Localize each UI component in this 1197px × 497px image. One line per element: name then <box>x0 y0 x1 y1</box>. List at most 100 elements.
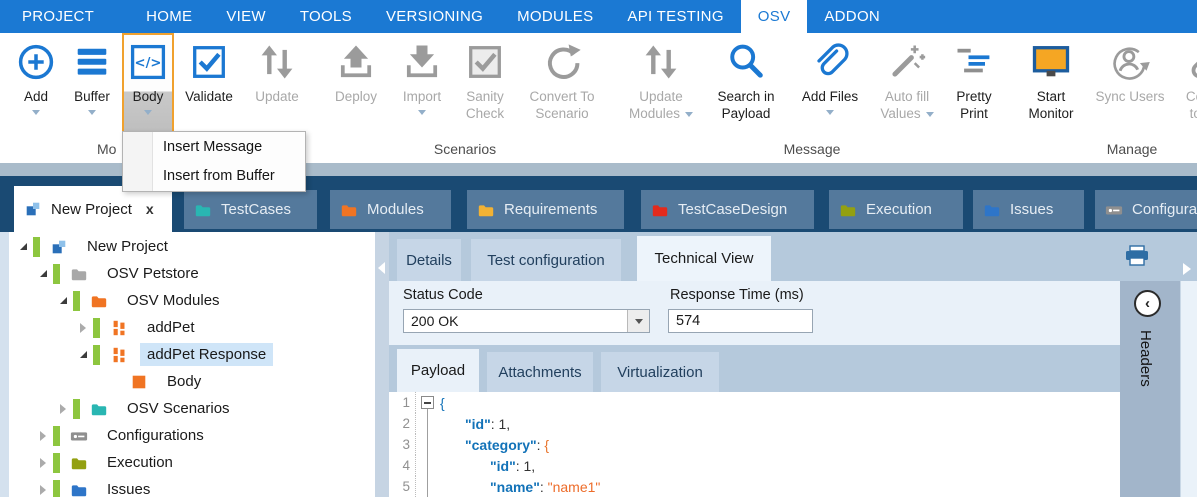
project-tab-testcases[interactable]: TestCases <box>184 190 317 229</box>
line-number: 3 <box>389 434 416 455</box>
ribbon-convert-to-scenario-button[interactable]: Convert ToScenario <box>519 33 605 139</box>
tree-item-green-bar <box>53 453 60 473</box>
print-icon[interactable] <box>1124 245 1150 267</box>
project-tab-configurat[interactable]: Configurat <box>1095 190 1197 229</box>
tree-item-execution[interactable]: Execution <box>9 449 375 476</box>
detail-tab-details[interactable]: Details <box>397 239 461 281</box>
menu-item-view[interactable]: VIEW <box>209 0 283 33</box>
square-icon <box>130 373 148 391</box>
ribbon-search-in-payload-button[interactable]: Search inPayload <box>705 33 787 139</box>
ribbon-body-button[interactable]: </>Body <box>122 33 174 139</box>
ribbon-auto-fill-values-button[interactable]: Auto fillValues <box>873 33 941 139</box>
status-code-select[interactable]: 200 OK <box>403 309 650 333</box>
response-time-input[interactable] <box>668 309 813 333</box>
tree-item-configurations[interactable]: Configurations <box>9 422 375 449</box>
menu-item-modules[interactable]: MODULES <box>500 0 610 33</box>
ribbon-add-button[interactable]: Add <box>13 33 59 139</box>
scroll-right-arrow-icon[interactable] <box>1183 263 1191 275</box>
close-tab-icon[interactable]: x <box>146 201 154 217</box>
project-icon <box>24 200 42 218</box>
config-icon <box>70 427 88 445</box>
payload-tab-attachments[interactable]: Attachments <box>487 352 593 392</box>
ribbon-start-monitor-button[interactable]: StartMonitor <box>1019 33 1083 139</box>
ribbon-button-label: Connectto Host <box>1186 88 1197 122</box>
tree-expand-arrow-icon[interactable] <box>37 485 49 495</box>
ribbon-add-files-button[interactable]: Add Files <box>793 33 867 139</box>
project-tab-new-project[interactable]: New Projectx <box>14 186 172 232</box>
panel-splitter[interactable] <box>375 232 389 497</box>
tree-item-body[interactable]: Body <box>9 368 375 395</box>
tree-item-green-bar <box>73 399 80 419</box>
ribbon-group-label: Scenarios <box>316 139 614 163</box>
tree-expand-arrow-icon[interactable] <box>37 458 49 468</box>
fold-column <box>416 476 438 497</box>
menu-item-insert-from-buffer[interactable]: Insert from Buffer <box>123 161 305 190</box>
ribbon-validate-button[interactable]: Validate <box>177 33 241 139</box>
tree-collapse-arrow-icon[interactable] <box>57 297 69 304</box>
ribbon-sync-users-button[interactable]: Sync Users <box>1089 33 1171 139</box>
collapse-region-icon[interactable] <box>421 396 434 409</box>
ribbon-group-message: UpdateModulesSearch inPayloadAdd FilesAu… <box>614 33 1010 163</box>
expand-headers-button[interactable]: ‹ <box>1134 290 1161 317</box>
line-number: 2 <box>389 413 416 434</box>
menu-item-tools[interactable]: TOOLS <box>283 0 369 33</box>
project-tab-testcasedesign[interactable]: TestCaseDesign <box>641 190 814 229</box>
ribbon-update-modules-button[interactable]: UpdateModules <box>623 33 699 139</box>
response-time-label: Response Time (ms) <box>670 287 804 303</box>
menu-item-project[interactable]: PROJECT <box>5 0 111 33</box>
ribbon-pretty-print-button[interactable]: PrettyPrint <box>947 33 1001 139</box>
folder-icon <box>90 400 108 418</box>
tree-collapse-arrow-icon[interactable] <box>77 351 89 358</box>
tree-collapse-arrow-icon[interactable] <box>17 243 29 250</box>
code-text: "category": { <box>465 437 549 453</box>
tree-item-issues[interactable]: Issues <box>9 476 375 497</box>
select-dropdown-button[interactable] <box>627 310 649 332</box>
collapse-left-arrow-icon[interactable] <box>378 262 385 274</box>
right-edge-strip <box>1180 281 1197 497</box>
folder-icon <box>70 481 88 497</box>
tree-item-new-project[interactable]: New Project <box>9 233 375 260</box>
broken-link-icon <box>1189 40 1197 84</box>
payload-tab-payload[interactable]: Payload <box>397 349 479 392</box>
ribbon-sanity-check-button[interactable]: SanityCheck <box>457 33 513 139</box>
tree-item-label: Configurations <box>100 424 211 447</box>
magic-wand-icon <box>885 40 929 84</box>
tree-item-label: addPet Response <box>140 343 273 366</box>
tree-expand-arrow-icon[interactable] <box>57 404 69 414</box>
payload-code-editor[interactable]: 1{2"id": 1,3"category": {4"id": 1,5"name… <box>389 392 1120 497</box>
project-tab-modules[interactable]: Modules <box>330 190 451 229</box>
search-icon <box>724 40 768 84</box>
sanity-checkbox-icon <box>463 40 507 84</box>
project-tab-requirements[interactable]: Requirements <box>467 190 624 229</box>
menu-item-versioning[interactable]: VERSIONING <box>369 0 500 33</box>
tree-item-osv-petstore[interactable]: OSV Petstore <box>9 260 375 287</box>
ribbon-connect-to-host-button[interactable]: Connectto Host <box>1177 33 1197 139</box>
tree-collapse-arrow-icon[interactable] <box>37 270 49 277</box>
menu-item-osv[interactable]: OSV <box>741 0 808 33</box>
tree-expand-arrow-icon[interactable] <box>77 323 89 333</box>
tree-item-osv-modules[interactable]: OSV Modules <box>9 287 375 314</box>
line-number: 5 <box>389 476 416 497</box>
tree-item-label: OSV Petstore <box>100 262 206 285</box>
detail-tab-technical-view[interactable]: Technical View <box>637 236 771 281</box>
folder-icon <box>194 201 212 219</box>
menu-item-addon[interactable]: ADDON <box>807 0 897 33</box>
detail-tab-test-configuration[interactable]: Test configuration <box>471 239 621 281</box>
tree-item-osv-scenarios[interactable]: OSV Scenarios <box>9 395 375 422</box>
tree-scrollbar[interactable] <box>0 232 9 497</box>
tree-item-addpet-response[interactable]: addPet Response <box>9 341 375 368</box>
project-tab-execution[interactable]: Execution <box>829 190 963 229</box>
tree-expand-arrow-icon[interactable] <box>37 431 49 441</box>
project-tree: New ProjectOSV PetstoreOSV ModulesaddPet… <box>9 233 375 497</box>
menu-item-home[interactable]: HOME <box>129 0 209 33</box>
payload-tab-virtualization[interactable]: Virtualization <box>601 352 719 392</box>
menu-item-api-testing[interactable]: API TESTING <box>610 0 740 33</box>
menu-item-insert-message[interactable]: Insert Message <box>123 132 305 161</box>
ribbon-update-button[interactable]: Update <box>247 33 307 139</box>
ribbon-button-label: Add <box>24 88 48 105</box>
ribbon-buffer-button[interactable]: Buffer <box>65 33 119 139</box>
ribbon-deploy-button[interactable]: Deploy <box>325 33 387 139</box>
project-tab-issues[interactable]: Issues <box>973 190 1084 229</box>
tree-item-addpet[interactable]: addPet <box>9 314 375 341</box>
ribbon-import-button[interactable]: Import <box>393 33 451 139</box>
